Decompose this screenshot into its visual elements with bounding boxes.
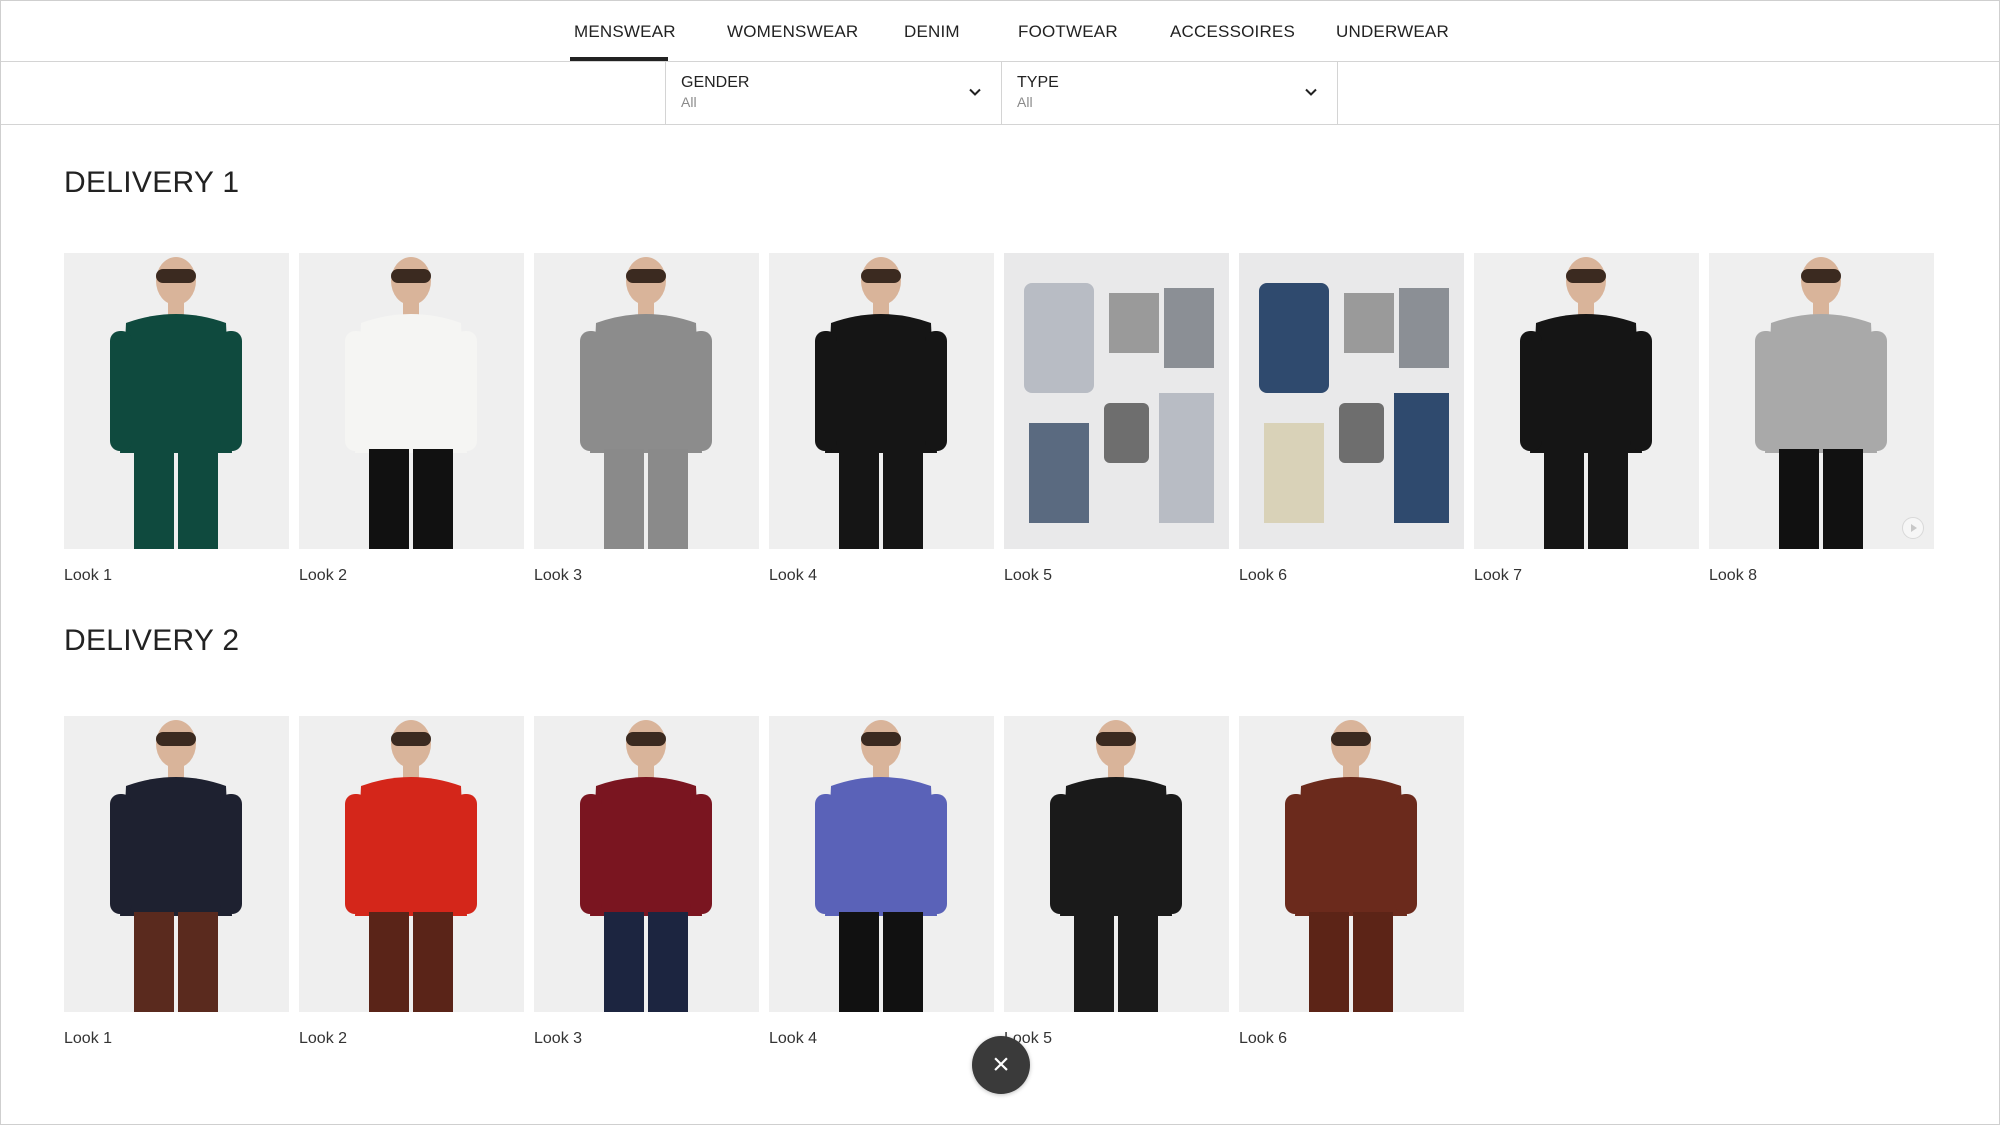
look-label: Look 2 (299, 1030, 348, 1047)
look-label: Look 6 (1239, 1030, 1288, 1047)
look-label: Look 7 (1474, 567, 1523, 584)
look-figure-illustration (1755, 257, 1887, 549)
look-image[interactable] (1474, 253, 1699, 549)
look-label: Look 6 (1239, 567, 1288, 584)
look-card[interactable]: Look 3 (534, 253, 759, 584)
look-label: Look 1 (64, 1030, 113, 1047)
tab-menswear[interactable]: MENSWEAR (570, 1, 676, 61)
look-label: Look 3 (534, 567, 583, 584)
look-card[interactable]: Look 1 (64, 253, 289, 584)
look-label: Look 4 (769, 1030, 818, 1047)
tab-accessoires[interactable]: ACCESSOIRES (1170, 1, 1295, 61)
look-image[interactable] (64, 253, 289, 549)
look-figure-illustration (1520, 257, 1652, 549)
look-figure-illustration (815, 720, 947, 1012)
look-figure-illustration (345, 257, 477, 549)
look-figure-illustration (1050, 720, 1182, 1012)
look-figure-illustration (1239, 253, 1464, 549)
look-card[interactable]: Look 7 (1474, 253, 1699, 584)
look-card[interactable]: Look 5 (1004, 716, 1229, 1047)
look-label: Look 5 (1004, 567, 1053, 584)
tab-underwear[interactable]: UNDERWEAR (1336, 1, 1449, 61)
look-image[interactable] (1004, 716, 1229, 1012)
look-image[interactable] (534, 716, 759, 1012)
play-icon[interactable] (1902, 517, 1924, 539)
type-filter-label: TYPE (1017, 74, 1059, 91)
tab-footwear[interactable]: FOOTWEAR (1018, 1, 1118, 61)
look-image[interactable] (1239, 253, 1464, 549)
look-image[interactable] (1239, 716, 1464, 1012)
chevron-down-icon (1305, 88, 1317, 96)
look-figure-illustration (580, 257, 712, 549)
close-button[interactable]: × (972, 1036, 1030, 1094)
gender-filter-value: All (681, 94, 697, 110)
look-card[interactable]: Look 4 (769, 253, 994, 584)
look-figure-illustration (580, 720, 712, 1012)
look-image[interactable] (769, 716, 994, 1012)
look-figure-illustration (110, 720, 242, 1012)
filter-bar: GENDER All TYPE All (1, 62, 1999, 125)
look-label: Look 3 (534, 1030, 583, 1047)
gender-filter-dropdown[interactable]: GENDER All (665, 62, 1001, 124)
look-image[interactable] (299, 716, 524, 1012)
close-icon: × (992, 1048, 1010, 1081)
look-label: Look 2 (299, 567, 348, 584)
look-label: Look 8 (1709, 567, 1758, 584)
look-card[interactable]: Look 4 (769, 716, 994, 1047)
look-card[interactable]: Look 1 (64, 716, 289, 1047)
type-filter-dropdown[interactable]: TYPE All (1001, 62, 1338, 124)
look-figure-illustration (815, 257, 947, 549)
look-card[interactable]: Look 2 (299, 716, 524, 1047)
tab-womenswear[interactable]: WOMENSWEAR (727, 1, 858, 61)
look-figure-illustration (1285, 720, 1417, 1012)
gender-filter-label: GENDER (681, 74, 750, 91)
look-figure-illustration (345, 720, 477, 1012)
chevron-down-icon (969, 88, 981, 96)
look-card[interactable]: Look 5 (1004, 253, 1229, 584)
look-card[interactable]: Look 6 (1239, 253, 1464, 584)
look-image[interactable] (769, 253, 994, 549)
look-image[interactable] (299, 253, 524, 549)
look-figure-illustration (1004, 253, 1229, 549)
look-image[interactable] (534, 253, 759, 549)
section-title-delivery-2: DELIVERY 2 (64, 624, 240, 657)
look-figure-illustration (110, 257, 242, 549)
look-image[interactable] (1004, 253, 1229, 549)
category-nav: MENSWEAR WOMENSWEAR DENIM FOOTWEAR ACCES… (1, 1, 1999, 62)
look-label: Look 4 (769, 567, 818, 584)
section-title-delivery-1: DELIVERY 1 (64, 166, 240, 199)
look-label: Look 1 (64, 567, 113, 584)
look-card[interactable]: Look 6 (1239, 716, 1464, 1047)
look-card[interactable]: Look 3 (534, 716, 759, 1047)
tab-denim[interactable]: DENIM (904, 1, 960, 61)
look-card[interactable]: Look 8 (1709, 253, 1934, 584)
look-image[interactable] (64, 716, 289, 1012)
look-card[interactable]: Look 2 (299, 253, 524, 584)
type-filter-value: All (1017, 94, 1033, 110)
look-image[interactable] (1709, 253, 1934, 549)
